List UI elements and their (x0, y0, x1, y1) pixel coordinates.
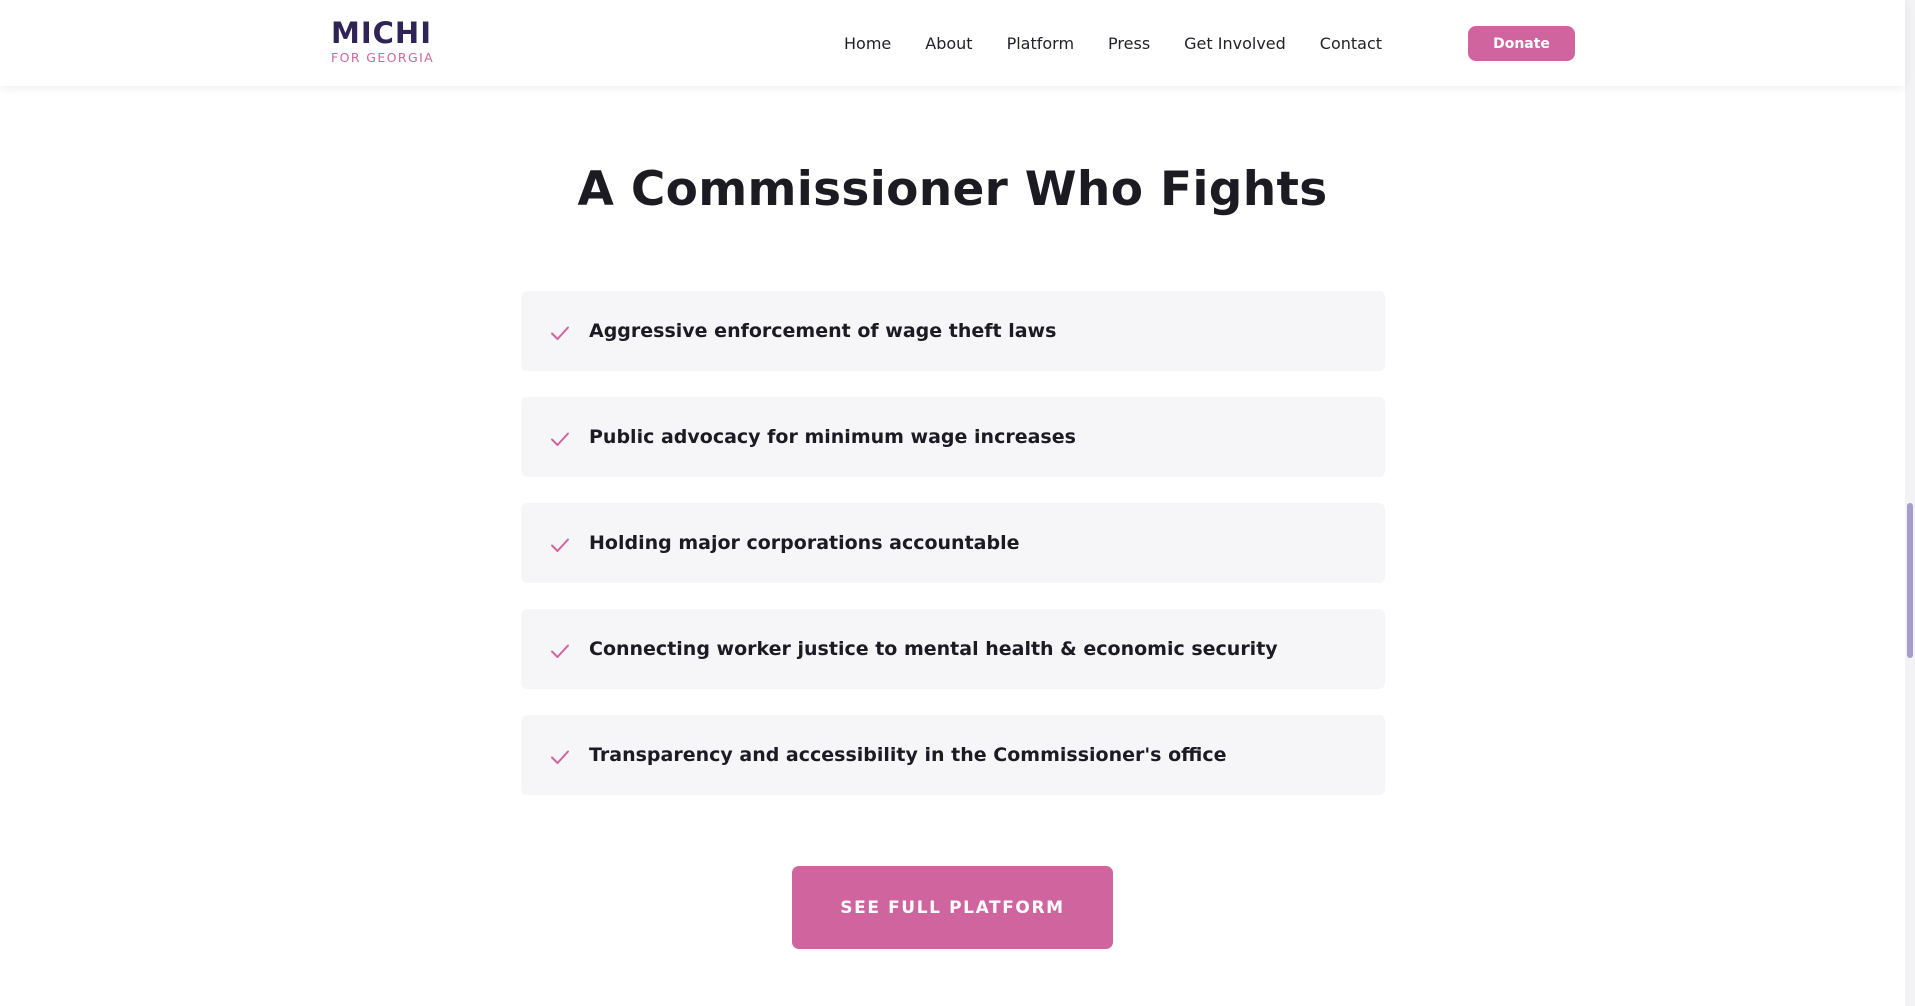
page: MICHI FOR GEORGIA Home About Platform Pr… (0, 0, 1915, 1006)
check-icon (551, 432, 569, 446)
site-logo[interactable]: MICHI FOR GEORGIA (331, 19, 434, 65)
check-icon (551, 326, 569, 340)
scrollbar-track[interactable] (1905, 0, 1915, 1006)
site-header: MICHI FOR GEORGIA Home About Platform Pr… (0, 0, 1905, 86)
see-full-platform-button[interactable]: SEE FULL PLATFORM (792, 866, 1113, 949)
list-item: Aggressive enforcement of wage theft law… (521, 291, 1385, 371)
section-title: A Commissioner Who Fights (577, 162, 1328, 217)
check-icon (551, 644, 569, 658)
donate-button[interactable]: Donate (1468, 26, 1575, 61)
logo-tagline: FOR GEORGIA (331, 50, 435, 65)
nav-link-about[interactable]: About (925, 34, 972, 53)
logo-wordmark: MICHI (331, 16, 432, 50)
check-icon (551, 750, 569, 764)
list-item: Transparency and accessibility in the Co… (521, 715, 1385, 795)
nav-link-platform[interactable]: Platform (1007, 34, 1074, 53)
list-item-text: Transparency and accessibility in the Co… (589, 744, 1227, 766)
list-item-text: Aggressive enforcement of wage theft law… (589, 320, 1057, 342)
list-item-text: Holding major corporations accountable (589, 532, 1020, 554)
nav-link-home[interactable]: Home (844, 34, 891, 53)
list-item: Connecting worker justice to mental heal… (521, 609, 1385, 689)
nav-link-contact[interactable]: Contact (1320, 34, 1382, 53)
list-item-text: Public advocacy for minimum wage increas… (589, 426, 1076, 448)
check-icon (551, 538, 569, 552)
nav-link-get-involved[interactable]: Get Involved (1184, 34, 1286, 53)
scrollbar-thumb[interactable] (1907, 503, 1913, 658)
list-item: Public advocacy for minimum wage increas… (521, 397, 1385, 477)
list-item: Holding major corporations accountable (521, 503, 1385, 583)
nav-link-press[interactable]: Press (1108, 34, 1150, 53)
main-nav: Home About Platform Press Get Involved C… (844, 0, 1382, 86)
platform-highlights-list: Aggressive enforcement of wage theft law… (521, 291, 1385, 821)
list-item-text: Connecting worker justice to mental heal… (589, 638, 1278, 660)
